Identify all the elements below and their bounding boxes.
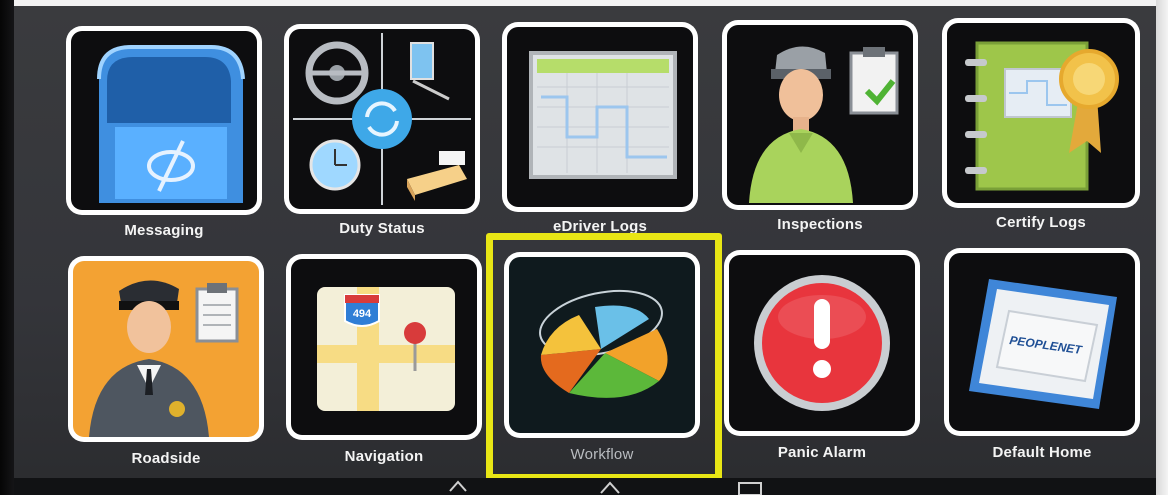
back-icon[interactable] [446,479,470,495]
alarm-icon [729,255,915,431]
route-shield-number: 494 [353,308,372,320]
duty-status-icon [289,29,475,209]
app-tile-duty-status[interactable] [284,24,480,214]
app-tile-roadside[interactable] [68,256,264,442]
recent-apps-icon[interactable] [736,479,764,495]
app-label-duty-status: Duty Status [339,220,425,237]
bezel-right [1156,0,1168,495]
app-label-roadside: Roadside [131,450,201,467]
app-label-inspections: Inspections [777,216,863,233]
app-tile-inspections[interactable] [722,20,918,210]
app-tile-certify-logs[interactable] [942,18,1140,208]
mailbox-icon [71,31,257,210]
inspector-icon [727,25,913,205]
app-label-panic-alarm: Panic Alarm [777,444,867,461]
home-screen: Messaging Duty Status eDriver Logs Inspe… [14,6,1156,495]
app-label-certify-logs: Certify Logs [996,214,1086,231]
app-label-navigation: Navigation [344,448,424,465]
log-grid-icon [507,27,693,207]
app-tile-navigation[interactable]: 494 [286,254,482,440]
map-pin-icon: 494 [291,259,477,435]
system-nav-bar [14,478,1156,495]
selection-highlight [486,233,722,481]
app-tile-default-home[interactable]: PEOPLENET [944,248,1140,436]
app-tile-panic-alarm[interactable] [724,250,920,436]
app-tile-edriver-logs[interactable] [502,22,698,212]
app-label-messaging: Messaging [124,222,204,239]
bezel-left [0,0,14,495]
peoplenet-chip-icon: PEOPLENET [949,253,1135,431]
certify-notebook-icon [947,23,1135,203]
home-icon[interactable] [598,479,622,495]
app-tile-messaging[interactable] [66,26,262,215]
app-label-default-home: Default Home [992,444,1092,461]
officer-icon [73,261,259,437]
